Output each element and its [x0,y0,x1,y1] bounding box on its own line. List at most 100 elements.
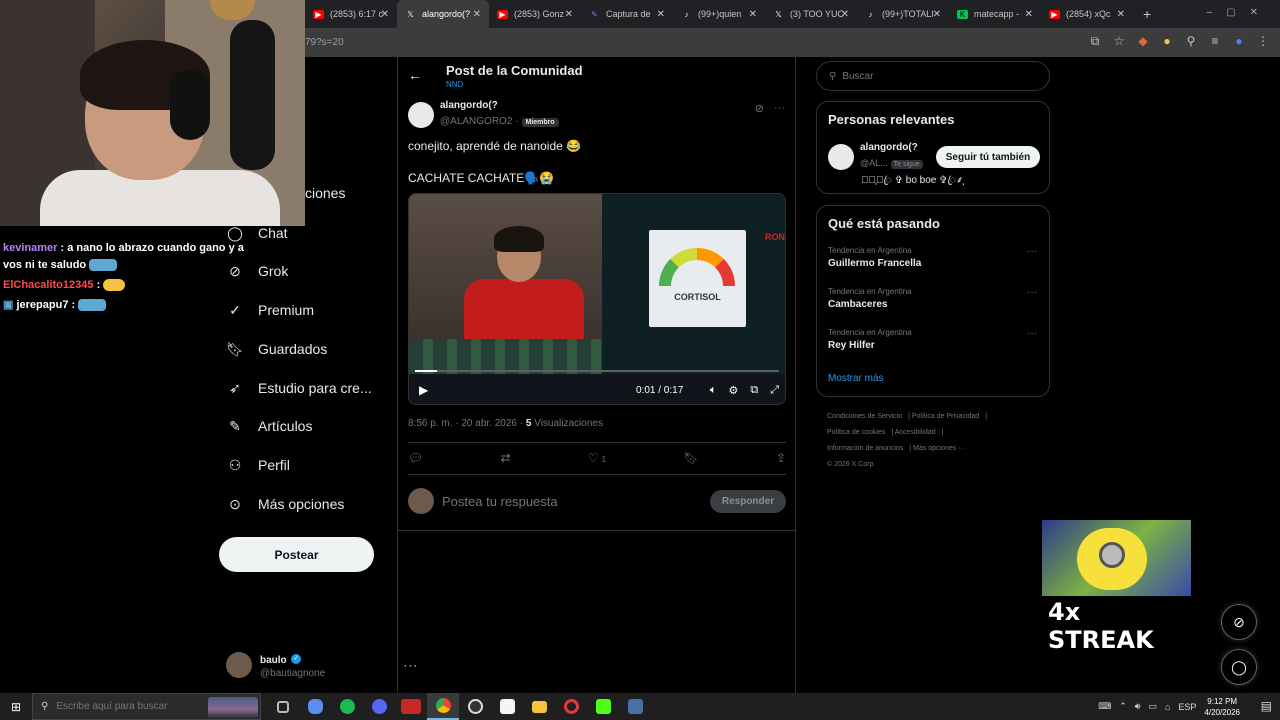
pip-icon[interactable]: ⧉ [750,384,758,397]
close-icon[interactable]: ✕ [657,9,665,20]
nav-item-chat[interactable]: ◯ Chat [226,224,287,242]
nav-item-grok[interactable]: ⊘ Grok [226,262,288,280]
close-icon[interactable]: ✕ [1025,9,1033,20]
community-link[interactable]: NND [446,80,463,89]
nav-item-profile[interactable]: ⚇ Perfil [226,456,290,474]
close-icon[interactable]: ✕ [381,9,389,20]
close-icon[interactable]: ✕ [749,9,757,20]
clock[interactable]: 9:12 PM 4/20/2026 [1204,696,1240,718]
menu-icon[interactable]: ⋮ [1256,34,1270,49]
reply-button[interactable]: Responder [710,489,786,513]
post-button[interactable]: Postear [219,537,374,572]
address-bar[interactable]: 79?s=20 ⧉ ☆ ◆ ● ⚲ ≡ ● ⋮ [305,28,1280,57]
close-icon[interactable]: ✕ [933,9,941,20]
author-avatar[interactable] [408,101,434,128]
app-red-icon[interactable] [395,693,427,720]
messages-fab-button[interactable]: ◯ [1221,649,1257,685]
footer-link[interactable]: Política de cookies [827,429,885,436]
star-icon[interactable]: ☆ [1112,34,1126,49]
post-more-icon[interactable]: ··· [774,102,785,115]
battery-icon[interactable]: ⌂ [1165,702,1170,712]
opera-icon[interactable] [555,693,587,720]
close-icon[interactable]: ✕ [473,9,481,20]
browser-tab[interactable]: ▶ (2853) 6:17 c ✕ [305,0,397,28]
footer-link[interactable]: Condiciones de Servicio [827,413,902,420]
video-player[interactable]: CORTISOL RON ▶ 0:01 / 0:17 🔈︎ ⚙ ⧉ ⤢ [408,193,786,405]
task-view-icon[interactable] [267,693,299,720]
keyboard-icon[interactable]: ⌨ [1098,701,1111,712]
volume-icon[interactable]: 🔈︎ [710,384,717,397]
footer-link[interactable]: Política de Privacidad [912,413,979,420]
browser-tab[interactable]: ♪ (99+)TOTALI ✕ [857,0,949,28]
install-icon[interactable]: ⧉ [1088,34,1102,49]
share-icon[interactable]: ⇪ [776,451,786,465]
repost-icon[interactable]: ⇄ [501,451,511,465]
nav-item-articles[interactable]: ✎ Artículos [226,417,312,435]
chevron-up-icon[interactable]: ⌃ [1119,701,1127,712]
close-icon[interactable]: ✕ [1117,9,1125,20]
obs-icon[interactable] [459,693,491,720]
avatar[interactable] [828,143,854,170]
extensions-icon[interactable]: ⚲ [1184,34,1198,49]
network-icon[interactable]: ▭ [1148,701,1157,712]
copilot-icon[interactable] [299,693,331,720]
browser-tab[interactable]: ▶ (2853) Gonz ✕ [489,0,581,28]
window-controls[interactable]: –▢✕ [1207,7,1272,18]
back-arrow-icon[interactable]: ← [408,67,422,83]
search-input[interactable] [842,70,1023,82]
new-tab-button[interactable]: + [1133,6,1161,22]
kick-icon[interactable] [587,693,619,720]
grok-icon[interactable]: ⊘ [755,102,764,115]
capcut-icon[interactable] [491,693,523,720]
profile-avatar-icon[interactable]: ● [1232,34,1246,49]
footer-link[interactable]: Información de anuncios [827,445,903,452]
like-button[interactable]: ♡ 1 [588,451,606,465]
tab-search-icon[interactable]: ≡ [1208,34,1222,49]
trend-item[interactable]: Tendencia en Argentina Cambaceres [828,287,912,310]
nav-item-more[interactable]: ⊙ Más opciones [226,495,344,513]
discord-icon[interactable] [363,693,395,720]
taskbar-search-input[interactable] [56,701,197,712]
grok-fab-button[interactable]: ⊘ [1221,604,1257,640]
notifications-icon[interactable]: ▤ [1261,699,1272,713]
trend-more-icon[interactable]: ··· [1027,287,1037,298]
extension-fox-icon[interactable]: ◆ [1136,34,1150,49]
search-box[interactable]: ⚲ [816,61,1050,91]
spotify-icon[interactable] [331,693,363,720]
follow-button[interactable]: Seguir tú también [936,146,1040,168]
nav-item-studio[interactable]: ➶ Estudio para cre... [226,379,372,397]
folder-icon[interactable] [523,693,555,720]
fullscreen-icon[interactable]: ⤢ [770,384,779,397]
relevant-user[interactable]: alangordo(? @AL... Te sigue [828,142,923,171]
video-progress-bar[interactable] [415,370,779,372]
url-text[interactable]: 79?s=20 [305,37,344,48]
account-switcher[interactable]: baulo ✓ @bautiagnone ··· [226,650,418,679]
bookmark-icon[interactable]: 🔖︎ [683,451,698,465]
footer-link[interactable]: Más opciones ··· [913,445,965,452]
volume-icon[interactable]: 🔊︎ [1135,701,1141,712]
browser-tab[interactable]: ▶ (2854) xQc ✕ [1041,0,1133,28]
trend-item[interactable]: Tendencia en Argentina Guillermo Francell… [828,246,921,269]
language-indicator[interactable]: ESP [1178,702,1196,712]
trend-item[interactable]: Tendencia en Argentina Rey Hilfer [828,328,912,351]
nav-item-premium[interactable]: ✓ Premium [226,301,314,319]
play-icon[interactable]: ▶ [419,383,428,397]
reply-icon[interactable]: 💬︎ [408,451,423,465]
trend-more-icon[interactable]: ··· [1027,328,1037,339]
nav-item-partial[interactable]: ciones [305,185,345,201]
calculator-icon[interactable] [619,693,651,720]
chrome-icon[interactable] [427,693,459,720]
close-icon[interactable]: ✕ [841,9,849,20]
footer-link[interactable]: Accesibilidad [895,429,936,436]
browser-tab[interactable]: ✎ Captura de ✕ [581,0,673,28]
settings-icon[interactable]: ⚙ [728,384,738,397]
windows-start-icon[interactable]: ⊞ [0,693,32,720]
taskbar-search[interactable]: ⚲ [32,693,261,720]
browser-tab[interactable]: Kmatecapp - ✕ [949,0,1041,28]
browser-tab[interactable]: ♪ (99+)quien ✕ [673,0,765,28]
close-icon[interactable]: ✕ [565,9,573,20]
post-author[interactable]: alangordo(? @ALANGORO2 · Miembro [408,100,559,129]
trend-more-icon[interactable]: ··· [1027,246,1037,257]
nav-item-bookmarks[interactable]: 🔖︎ Guardados [226,340,327,358]
extension-color-icon[interactable]: ● [1160,34,1174,49]
